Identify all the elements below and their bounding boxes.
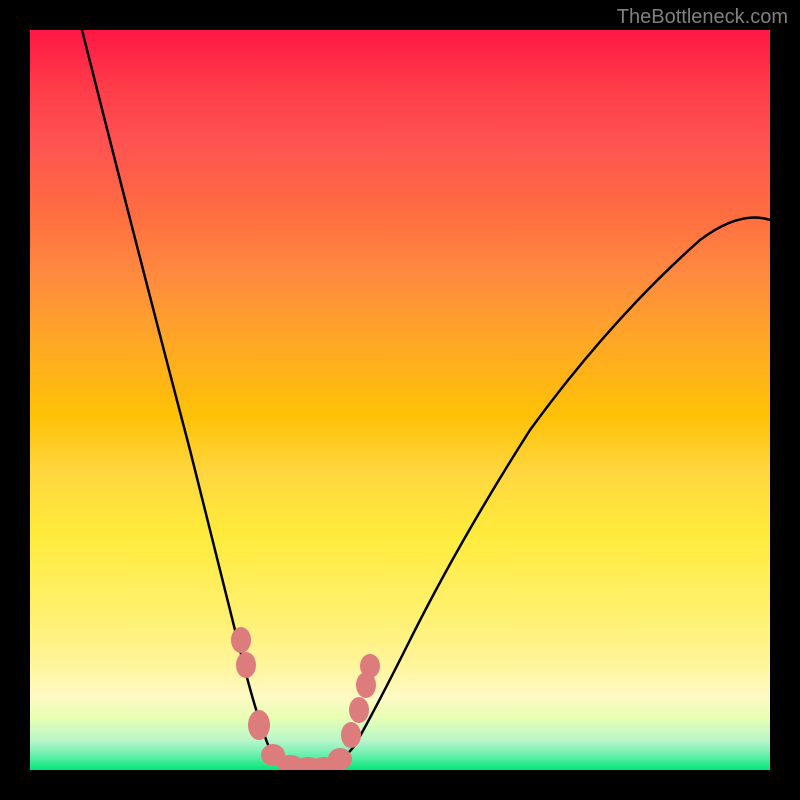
bottleneck-curve-left [82,30,292,767]
chart-curves [30,30,770,770]
bottleneck-curve-right [330,218,770,768]
watermark-text: TheBottleneck.com [617,6,788,29]
